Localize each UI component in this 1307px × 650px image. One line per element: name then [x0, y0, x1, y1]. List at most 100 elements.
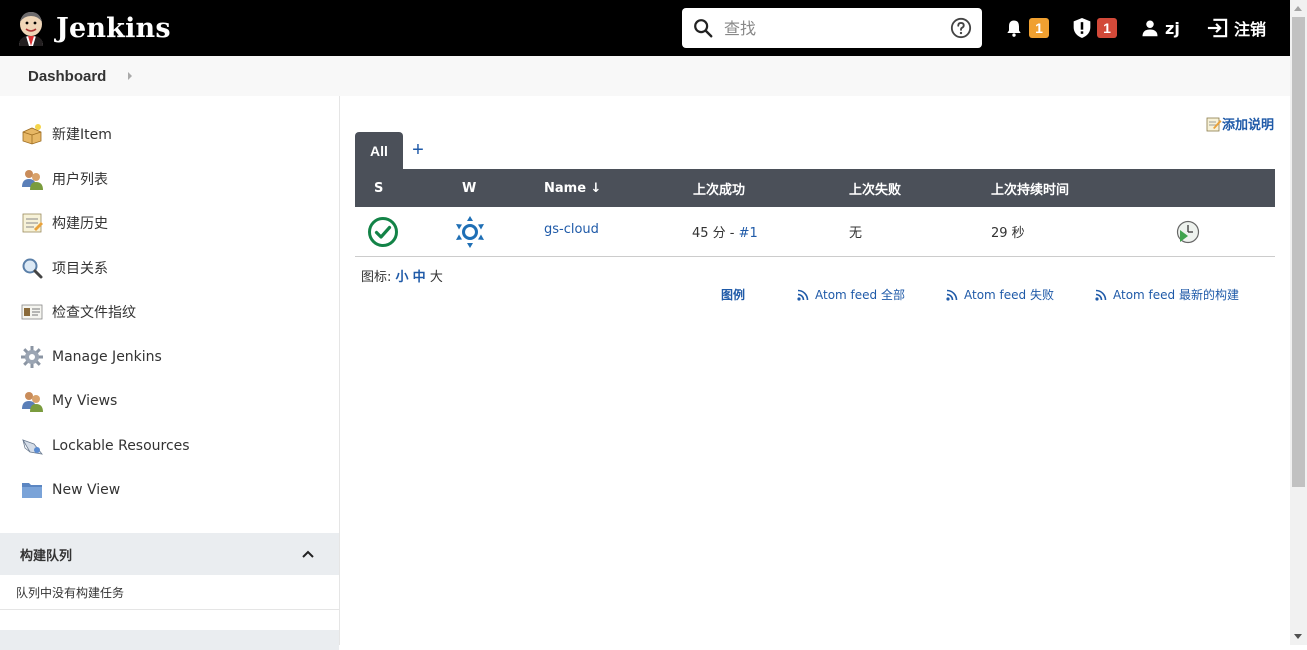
search-icon	[694, 19, 713, 38]
sidebar-item-label: 用户列表	[52, 171, 108, 188]
scroll-down-arrow-icon[interactable]	[1294, 634, 1302, 639]
sidebar-item-new-item[interactable]: 新建Item	[0, 112, 339, 157]
breadcrumb: Dashboard	[0, 56, 1290, 96]
icon-size-small[interactable]: 小	[396, 270, 409, 285]
search-box	[682, 8, 982, 48]
rss-all-label: Atom feed 全部	[815, 288, 905, 302]
table-row: gs-cloud 45 分 - #1 无 29 秒	[355, 207, 1275, 257]
build-queue-title: 构建队列	[20, 548, 73, 564]
sidebar-item-label: 新建Item	[52, 127, 112, 144]
scroll-up-arrow-icon[interactable]	[1294, 6, 1302, 11]
rss-icon	[946, 289, 958, 301]
last-success-cell: 45 分 - #1	[692, 222, 758, 241]
projects-table: S W Name ↓ 上次成功 上次失败 上次持续时间 gs-cloud 45 …	[355, 169, 1275, 257]
app-title: Jenkins	[56, 12, 171, 44]
sidebar-item-my-views[interactable]: My Views	[0, 379, 339, 424]
sidebar-item-lockable-resources[interactable]: Lockable Resources	[0, 424, 339, 469]
legend-link[interactable]: 图例	[721, 286, 745, 303]
page-scrollbar[interactable]	[1290, 0, 1307, 645]
column-name[interactable]: Name ↓	[544, 181, 601, 196]
user-menu[interactable]: zj	[1141, 0, 1180, 56]
build-queue-empty-text: 队列中没有构建任务	[16, 585, 125, 600]
success-status-icon[interactable]	[367, 216, 399, 248]
sidebar-item-manage-jenkins[interactable]: Manage Jenkins	[0, 335, 339, 380]
rss-latest-label: Atom feed 最新的构建	[1113, 288, 1239, 302]
folder-icon	[22, 483, 42, 499]
rss-failed-link[interactable]: Atom feed 失败	[946, 286, 1054, 303]
breadcrumb-dashboard[interactable]: Dashboard	[28, 68, 106, 85]
user-icon	[1142, 20, 1158, 37]
sidebar-item-label: Manage Jenkins	[52, 348, 162, 365]
gear-icon	[21, 345, 43, 368]
bell-icon	[1007, 20, 1021, 37]
help-icon[interactable]	[950, 17, 972, 39]
scroll-thumb[interactable]	[1292, 17, 1305, 487]
magnifier-icon	[22, 258, 43, 279]
icon-size-large: 大	[429, 270, 443, 285]
weather-sunny-icon[interactable]	[454, 215, 486, 249]
job-link-gs-cloud[interactable]: gs-cloud	[544, 222, 599, 237]
icon-size-medium[interactable]: 中	[413, 270, 426, 285]
build-queue-header[interactable]: 构建队列	[0, 533, 339, 575]
edit-description-icon	[1206, 117, 1222, 131]
sidebar-item-label: 检查文件指纹	[52, 305, 136, 322]
add-description-label: 添加说明	[1221, 118, 1274, 133]
schedule-build-icon[interactable]	[1176, 220, 1200, 244]
sidebar-item-new-view[interactable]: New View	[0, 468, 339, 513]
jenkins-logo-link[interactable]: Jenkins	[16, 10, 171, 46]
table-header: S W Name ↓ 上次成功 上次失败 上次持续时间	[355, 169, 1275, 207]
sidebar: 新建Item 用户列表 构建历史 项目关系 检查文件指纹 Manage Jenk…	[0, 96, 340, 650]
sidebar-item-label: My Views	[52, 393, 118, 410]
main-panel: 添加说明 All + S W Name ↓ 上次成功 上次失败 上次持续时间 g…	[340, 96, 1290, 645]
top-header: Jenkins 1 1 zj	[0, 0, 1290, 56]
chevron-up-icon[interactable]	[301, 547, 315, 561]
sidebar-item-project-relationship[interactable]: 项目关系	[0, 246, 339, 291]
sidebar-item-label: Lockable Resources	[52, 437, 190, 454]
users-icon	[22, 392, 43, 413]
column-last-success[interactable]: 上次成功	[693, 179, 745, 198]
new-item-icon	[22, 124, 42, 145]
search-input[interactable]	[724, 18, 944, 38]
rss-icon	[797, 289, 809, 301]
sidebar-item-label: New View	[52, 482, 121, 499]
column-last-duration[interactable]: 上次持续时间	[991, 179, 1069, 198]
logout-label: 注销	[1234, 20, 1267, 39]
add-description-link[interactable]: 添加说明	[1206, 114, 1274, 133]
rss-latest-link[interactable]: Atom feed 最新的构建	[1095, 286, 1239, 303]
add-view-tab[interactable]: +	[403, 132, 433, 169]
breadcrumb-chevron-icon[interactable]	[128, 72, 133, 80]
build-queue-body: 队列中没有构建任务	[0, 575, 339, 610]
build-history-icon	[22, 213, 43, 233]
security-button[interactable]: 1	[1072, 0, 1117, 56]
sidebar-tasks: 新建Item 用户列表 构建历史 项目关系 检查文件指纹 Manage Jenk…	[0, 96, 339, 513]
column-status[interactable]: S	[374, 181, 383, 196]
username: zj	[1165, 18, 1180, 38]
sidebar-item-fingerprint[interactable]: 检查文件指纹	[0, 290, 339, 335]
jenkins-butler-icon	[19, 12, 43, 46]
column-weather[interactable]: W	[462, 181, 476, 196]
tab-all[interactable]: All	[355, 132, 403, 169]
notifications-badge: 1	[1029, 18, 1049, 38]
rss-all-link[interactable]: Atom feed 全部	[797, 286, 905, 303]
icon-size-label: 图标:	[361, 270, 396, 285]
logout-icon	[1207, 18, 1228, 38]
last-duration-cell: 29 秒	[991, 226, 1025, 241]
notifications-button[interactable]: 1	[1004, 0, 1049, 56]
security-badge: 1	[1097, 18, 1117, 38]
last-success-build-link[interactable]: #1	[739, 226, 758, 241]
sidebar-item-label: 构建历史	[52, 216, 108, 233]
column-last-failure[interactable]: 上次失败	[849, 179, 901, 198]
rss-icon	[1095, 289, 1107, 301]
last-success-time: 45 分 -	[692, 226, 739, 241]
icon-size-selector: 图标: 小 中 大	[361, 266, 443, 285]
lockable-resources-icon	[22, 438, 43, 455]
logout-button[interactable]: 注销	[1206, 0, 1266, 56]
sidebar-item-users[interactable]: 用户列表	[0, 157, 339, 202]
fingerprint-icon	[21, 304, 43, 320]
sidebar-item-build-history[interactable]: 构建历史	[0, 201, 339, 246]
rss-failed-label: Atom feed 失败	[964, 288, 1054, 302]
shield-icon	[1073, 18, 1091, 38]
executor-status-header[interactable]	[0, 630, 339, 650]
sidebar-item-label: 项目关系	[52, 260, 108, 277]
view-tabs: All +	[355, 132, 433, 169]
